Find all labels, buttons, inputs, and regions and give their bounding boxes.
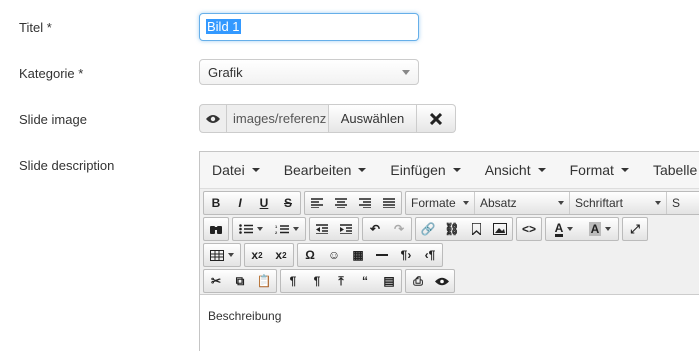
italic-icon[interactable]: I: [228, 192, 252, 214]
ltr-icon[interactable]: ¶›: [394, 244, 418, 266]
outdent-icon[interactable]: [310, 218, 334, 240]
emoticon-icon[interactable]: ☺: [322, 244, 346, 266]
toolbar-row-3: x2 x2 Ω ☺ ▦ ¶› ‹¶: [203, 243, 446, 267]
anchor-icon[interactable]: [464, 218, 488, 240]
subscript-icon[interactable]: x2: [245, 244, 269, 266]
size-dropdown[interactable]: S: [666, 192, 699, 214]
slide-image-label: Slide image: [19, 112, 87, 127]
link-icon[interactable]: 🔗: [416, 218, 440, 240]
copy-icon[interactable]: ⧉: [228, 270, 252, 292]
title-input[interactable]: Bild 1: [199, 13, 419, 41]
select-image-button[interactable]: Auswählen: [329, 104, 417, 133]
preview-button[interactable]: [199, 104, 227, 133]
superscript-icon[interactable]: x2: [269, 244, 293, 266]
menu-view[interactable]: Ansicht: [473, 162, 558, 178]
rtl-icon[interactable]: ‹¶: [418, 244, 442, 266]
toolbar-row-2: 12 ↶ ↷ 🔗 ⛓ <> A A ⤢: [203, 217, 651, 241]
svg-text:2: 2: [275, 230, 278, 234]
indent-icon[interactable]: [334, 218, 358, 240]
find-replace-icon[interactable]: [204, 218, 228, 240]
special-character-icon[interactable]: Ω: [298, 244, 322, 266]
strikethrough-icon[interactable]: S: [276, 192, 300, 214]
bold-icon[interactable]: B: [204, 192, 228, 214]
insert-icon[interactable]: ⤒: [329, 270, 353, 292]
menu-table[interactable]: Tabelle: [641, 162, 699, 178]
slide-image-path: images/referenz: [227, 104, 329, 133]
numbered-list-icon[interactable]: 12: [269, 218, 305, 240]
align-center-icon[interactable]: [329, 192, 353, 214]
bullet-list-icon[interactable]: [233, 218, 269, 240]
menu-file[interactable]: Datei: [200, 162, 272, 178]
eye-icon: [206, 114, 220, 124]
paragraph-icon[interactable]: ¶: [281, 270, 305, 292]
category-value: Grafik: [208, 65, 243, 80]
align-left-icon[interactable]: [305, 192, 329, 214]
rich-text-editor: Datei Bearbeiten Einfügen Ansicht Format…: [199, 151, 699, 355]
menu-edit[interactable]: Bearbeiten: [272, 162, 379, 178]
category-select[interactable]: Grafik: [199, 59, 419, 85]
preview-icon[interactable]: [430, 270, 454, 292]
category-label: Kategorie *: [19, 66, 84, 81]
fullscreen-icon[interactable]: ⤢: [623, 218, 647, 240]
undo-icon[interactable]: ↶: [363, 218, 387, 240]
slide-description-label: Slide description: [19, 158, 115, 173]
title-label: Titel *: [19, 20, 52, 35]
justify-icon[interactable]: [377, 192, 401, 214]
table-icon[interactable]: [204, 244, 240, 266]
print-icon[interactable]: ⎙: [406, 270, 430, 292]
clear-image-button[interactable]: [417, 104, 456, 133]
editor-content[interactable]: Beschreibung: [200, 294, 699, 355]
formats-dropdown[interactable]: Formate: [406, 192, 474, 214]
unlink-icon[interactable]: ⛓: [440, 218, 464, 240]
slide-image-field: images/referenz Auswählen: [199, 104, 456, 133]
text-color-icon[interactable]: A: [546, 218, 582, 240]
paste-icon[interactable]: 📋: [252, 270, 276, 292]
title-value: Bild 1: [206, 19, 241, 34]
menu-format[interactable]: Format: [558, 162, 641, 178]
background-color-icon[interactable]: A: [582, 218, 618, 240]
cut-icon[interactable]: ✂: [204, 270, 228, 292]
image-icon[interactable]: [488, 218, 512, 240]
font-dropdown[interactable]: Schriftart: [569, 192, 666, 214]
chevron-down-icon: [402, 70, 410, 75]
menu-insert[interactable]: Einfügen: [378, 162, 472, 178]
editor-menubar: Datei Bearbeiten Einfügen Ansicht Format…: [200, 152, 699, 189]
svg-text:1: 1: [275, 224, 278, 229]
paragraph-dropdown[interactable]: Absatz: [474, 192, 569, 214]
media-icon[interactable]: ▦: [346, 244, 370, 266]
source-code-icon[interactable]: <>: [517, 218, 541, 240]
editor-content-text: Beschreibung: [208, 309, 282, 323]
template-icon[interactable]: ▤: [377, 270, 401, 292]
show-blocks-icon[interactable]: ¶: [305, 270, 329, 292]
blockquote-icon[interactable]: “: [353, 270, 377, 292]
horizontal-rule-icon[interactable]: [370, 244, 394, 266]
underline-icon[interactable]: U: [252, 192, 276, 214]
toolbar-row-4: ✂ ⧉ 📋 ¶ ¶ ⤒ “ ▤ ⎙: [203, 269, 458, 293]
close-icon: [430, 112, 442, 125]
toolbar-row-1: B I U S Formate Absatz Schriftart S: [203, 191, 699, 215]
redo-icon: ↷: [393, 222, 405, 236]
align-right-icon[interactable]: [353, 192, 377, 214]
